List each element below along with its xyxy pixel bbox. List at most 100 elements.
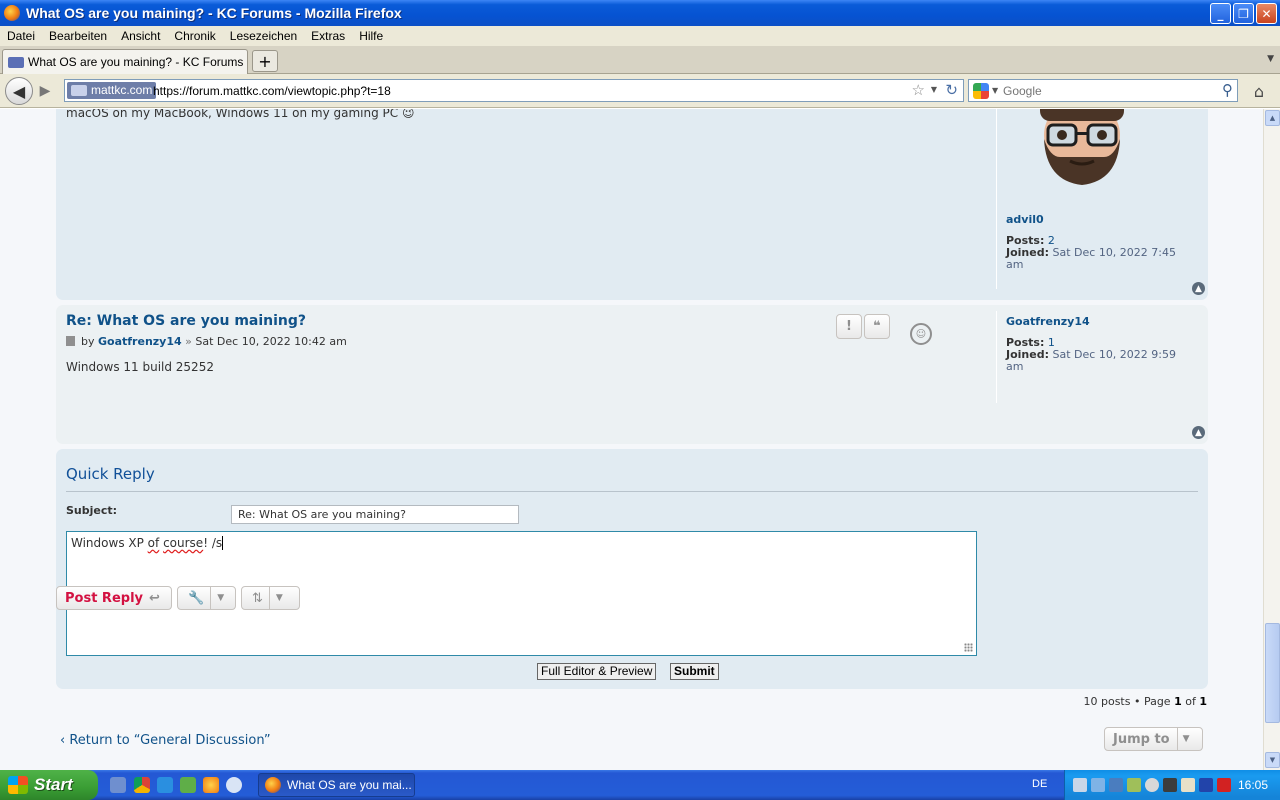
divider xyxy=(66,491,1198,492)
search-bar[interactable]: ▼ ⚲ xyxy=(968,79,1238,102)
submit-button[interactable]: Submit xyxy=(670,663,719,680)
forward-button[interactable]: ▶ xyxy=(34,81,56,101)
tray-network-icon[interactable] xyxy=(1091,778,1105,792)
text-caret xyxy=(222,536,224,550)
chevron-down-icon: ▼ xyxy=(275,593,283,603)
author-name[interactable]: Goatfrenzy14 xyxy=(1006,315,1090,328)
subject-input[interactable] xyxy=(231,505,519,524)
maximize-button[interactable]: ❐ xyxy=(1233,3,1254,24)
misspelled-word: course xyxy=(163,536,204,550)
navigation-toolbar: ◀ ▶ mattkc.com https://forum.mattkc.com/… xyxy=(0,74,1280,108)
tab-label: What OS are you maining? - KC Forums xyxy=(28,55,244,69)
menu-extras[interactable]: Extras xyxy=(304,29,352,43)
chevron-down-icon: ▼ xyxy=(1182,734,1190,744)
taskbar-item-firefox[interactable]: What OS are you mai... xyxy=(258,773,415,797)
profile-divider xyxy=(996,109,997,289)
site-identity-button[interactable]: mattkc.com xyxy=(67,82,157,99)
reply-arrow-icon: ↩ xyxy=(149,590,160,606)
new-tab-button[interactable]: + xyxy=(252,50,278,72)
back-button[interactable]: ◀ xyxy=(5,77,33,105)
quote-button[interactable]: ❝ xyxy=(864,314,890,339)
history-dropdown-icon[interactable]: ▼ xyxy=(931,85,937,94)
site-identity-icon xyxy=(71,85,87,96)
site-favicon-icon xyxy=(8,56,24,68)
minimize-button[interactable]: _ xyxy=(1210,3,1231,24)
window-controls: _ ❐ ✕ xyxy=(1210,3,1277,24)
scroll-down-icon[interactable]: ▼ xyxy=(1265,752,1280,768)
menu-lesezeichen[interactable]: Lesezeichen xyxy=(223,29,304,43)
tray-status-icon[interactable] xyxy=(1127,778,1141,792)
tray-app-icon[interactable] xyxy=(1199,778,1213,792)
window-title-bar[interactable]: What OS are you maining? - KC Forums - M… xyxy=(0,0,1280,26)
show-desktop-icon[interactable] xyxy=(110,777,126,793)
search-engine-dropdown-icon[interactable]: ▼ xyxy=(992,86,998,95)
post-body: macOS on my MacBook, Windows 11 on my ga… xyxy=(66,109,415,120)
avatar xyxy=(1040,109,1124,185)
scroll-up-icon[interactable]: ▲ xyxy=(1265,110,1280,126)
author-name[interactable]: advil0 xyxy=(1006,213,1044,226)
vertical-scrollbar[interactable]: ▲ ▼ xyxy=(1263,109,1280,770)
sort-icon: ⇅ xyxy=(252,590,263,606)
resize-handle[interactable] xyxy=(964,643,973,652)
tray-security-icon[interactable] xyxy=(1145,778,1159,792)
tray-safely-remove-icon[interactable] xyxy=(1181,778,1195,792)
profile-divider xyxy=(996,311,997,403)
menu-datei[interactable]: Datei xyxy=(0,29,42,43)
pagination-info: 10 posts • Page 1 of 1 xyxy=(1083,695,1207,708)
address-bar[interactable]: mattkc.com https://forum.mattkc.com/view… xyxy=(64,79,964,102)
start-button[interactable]: Start xyxy=(0,770,98,800)
menu-bearbeiten[interactable]: Bearbeiten xyxy=(42,29,114,43)
page-margin xyxy=(0,109,56,770)
add-reaction-icon[interactable]: ☺ xyxy=(910,323,932,345)
close-button[interactable]: ✕ xyxy=(1256,3,1277,24)
media-player-icon[interactable] xyxy=(226,777,242,793)
bookmark-star-icon[interactable]: ☆ xyxy=(912,81,925,99)
search-magnifier-icon[interactable]: ⚲ xyxy=(1222,81,1233,99)
report-button[interactable]: ! xyxy=(836,314,862,339)
post-reply-button[interactable]: Post Reply ↩ xyxy=(56,586,172,610)
quick-reply-title: Quick Reply xyxy=(66,465,155,483)
display-options-button[interactable]: ⇅ ▼ xyxy=(241,586,300,610)
url-text[interactable]: https://forum.mattkc.com/viewtopic.php?t… xyxy=(153,84,391,98)
back-to-top-icon[interactable]: ▲ xyxy=(1192,282,1205,295)
menu-hilfe[interactable]: Hilfe xyxy=(352,29,390,43)
return-to-forum-link[interactable]: ‹ Return to “General Discussion” xyxy=(60,733,271,748)
back-to-top-icon[interactable]: ▲ xyxy=(1192,426,1205,439)
tray-update-icon[interactable] xyxy=(1109,778,1123,792)
scrollbar-thumb[interactable] xyxy=(1265,623,1280,723)
full-editor-button[interactable]: Full Editor & Preview xyxy=(537,663,657,680)
quick-reply-panel: Quick Reply Subject: Windows XP of cours… xyxy=(56,449,1208,689)
home-button[interactable]: ⌂ xyxy=(1248,80,1270,102)
post-author-link[interactable]: Goatfrenzy14 xyxy=(98,335,182,348)
windows-logo-icon xyxy=(8,776,28,794)
internet-explorer-icon[interactable] xyxy=(157,777,173,793)
chevron-left-icon: ‹ xyxy=(60,733,66,748)
chrome-icon[interactable] xyxy=(134,777,150,793)
google-engine-icon[interactable] xyxy=(973,83,989,99)
wink-emoji-icon: 😉 xyxy=(402,109,415,120)
language-indicator[interactable]: DE xyxy=(1032,778,1047,790)
post-date: Sat Dec 10, 2022 10:42 am xyxy=(195,335,347,348)
media-icon[interactable] xyxy=(180,777,196,793)
clock[interactable]: 16:05 xyxy=(1238,778,1268,792)
home-icon: ⌂ xyxy=(1253,81,1265,101)
back-arrow-icon: ◀ xyxy=(12,81,26,101)
tab-list-dropdown-icon[interactable]: ▼ xyxy=(1267,54,1274,64)
profile-joined: Joined: Sat Dec 10, 2022 7:45 am xyxy=(1006,246,1176,271)
tray-tool-icon[interactable] xyxy=(1073,778,1087,792)
menu-ansicht[interactable]: Ansicht xyxy=(114,29,167,43)
tray-antivirus-icon[interactable] xyxy=(1217,778,1231,792)
search-input[interactable] xyxy=(1003,82,1213,99)
tray-display-icon[interactable] xyxy=(1163,778,1177,792)
chevron-down-icon: ▼ xyxy=(217,593,225,603)
menu-chronik[interactable]: Chronik xyxy=(167,29,222,43)
taskbar: Start What OS are you mai... DE 16:05 xyxy=(0,770,1280,800)
topic-tools-button[interactable]: 🔧 ▼ xyxy=(177,586,236,610)
post-title[interactable]: Re: What OS are you maining? xyxy=(66,313,306,329)
post-link-icon[interactable] xyxy=(66,336,75,346)
firefox-quicklaunch-icon[interactable] xyxy=(203,777,219,793)
subject-label: Subject: xyxy=(66,504,118,517)
jump-to-button[interactable]: Jump to ▼ xyxy=(1104,727,1203,751)
tab-active[interactable]: What OS are you maining? - KC Forums xyxy=(2,49,248,74)
reload-icon[interactable]: ↻ xyxy=(945,81,958,99)
